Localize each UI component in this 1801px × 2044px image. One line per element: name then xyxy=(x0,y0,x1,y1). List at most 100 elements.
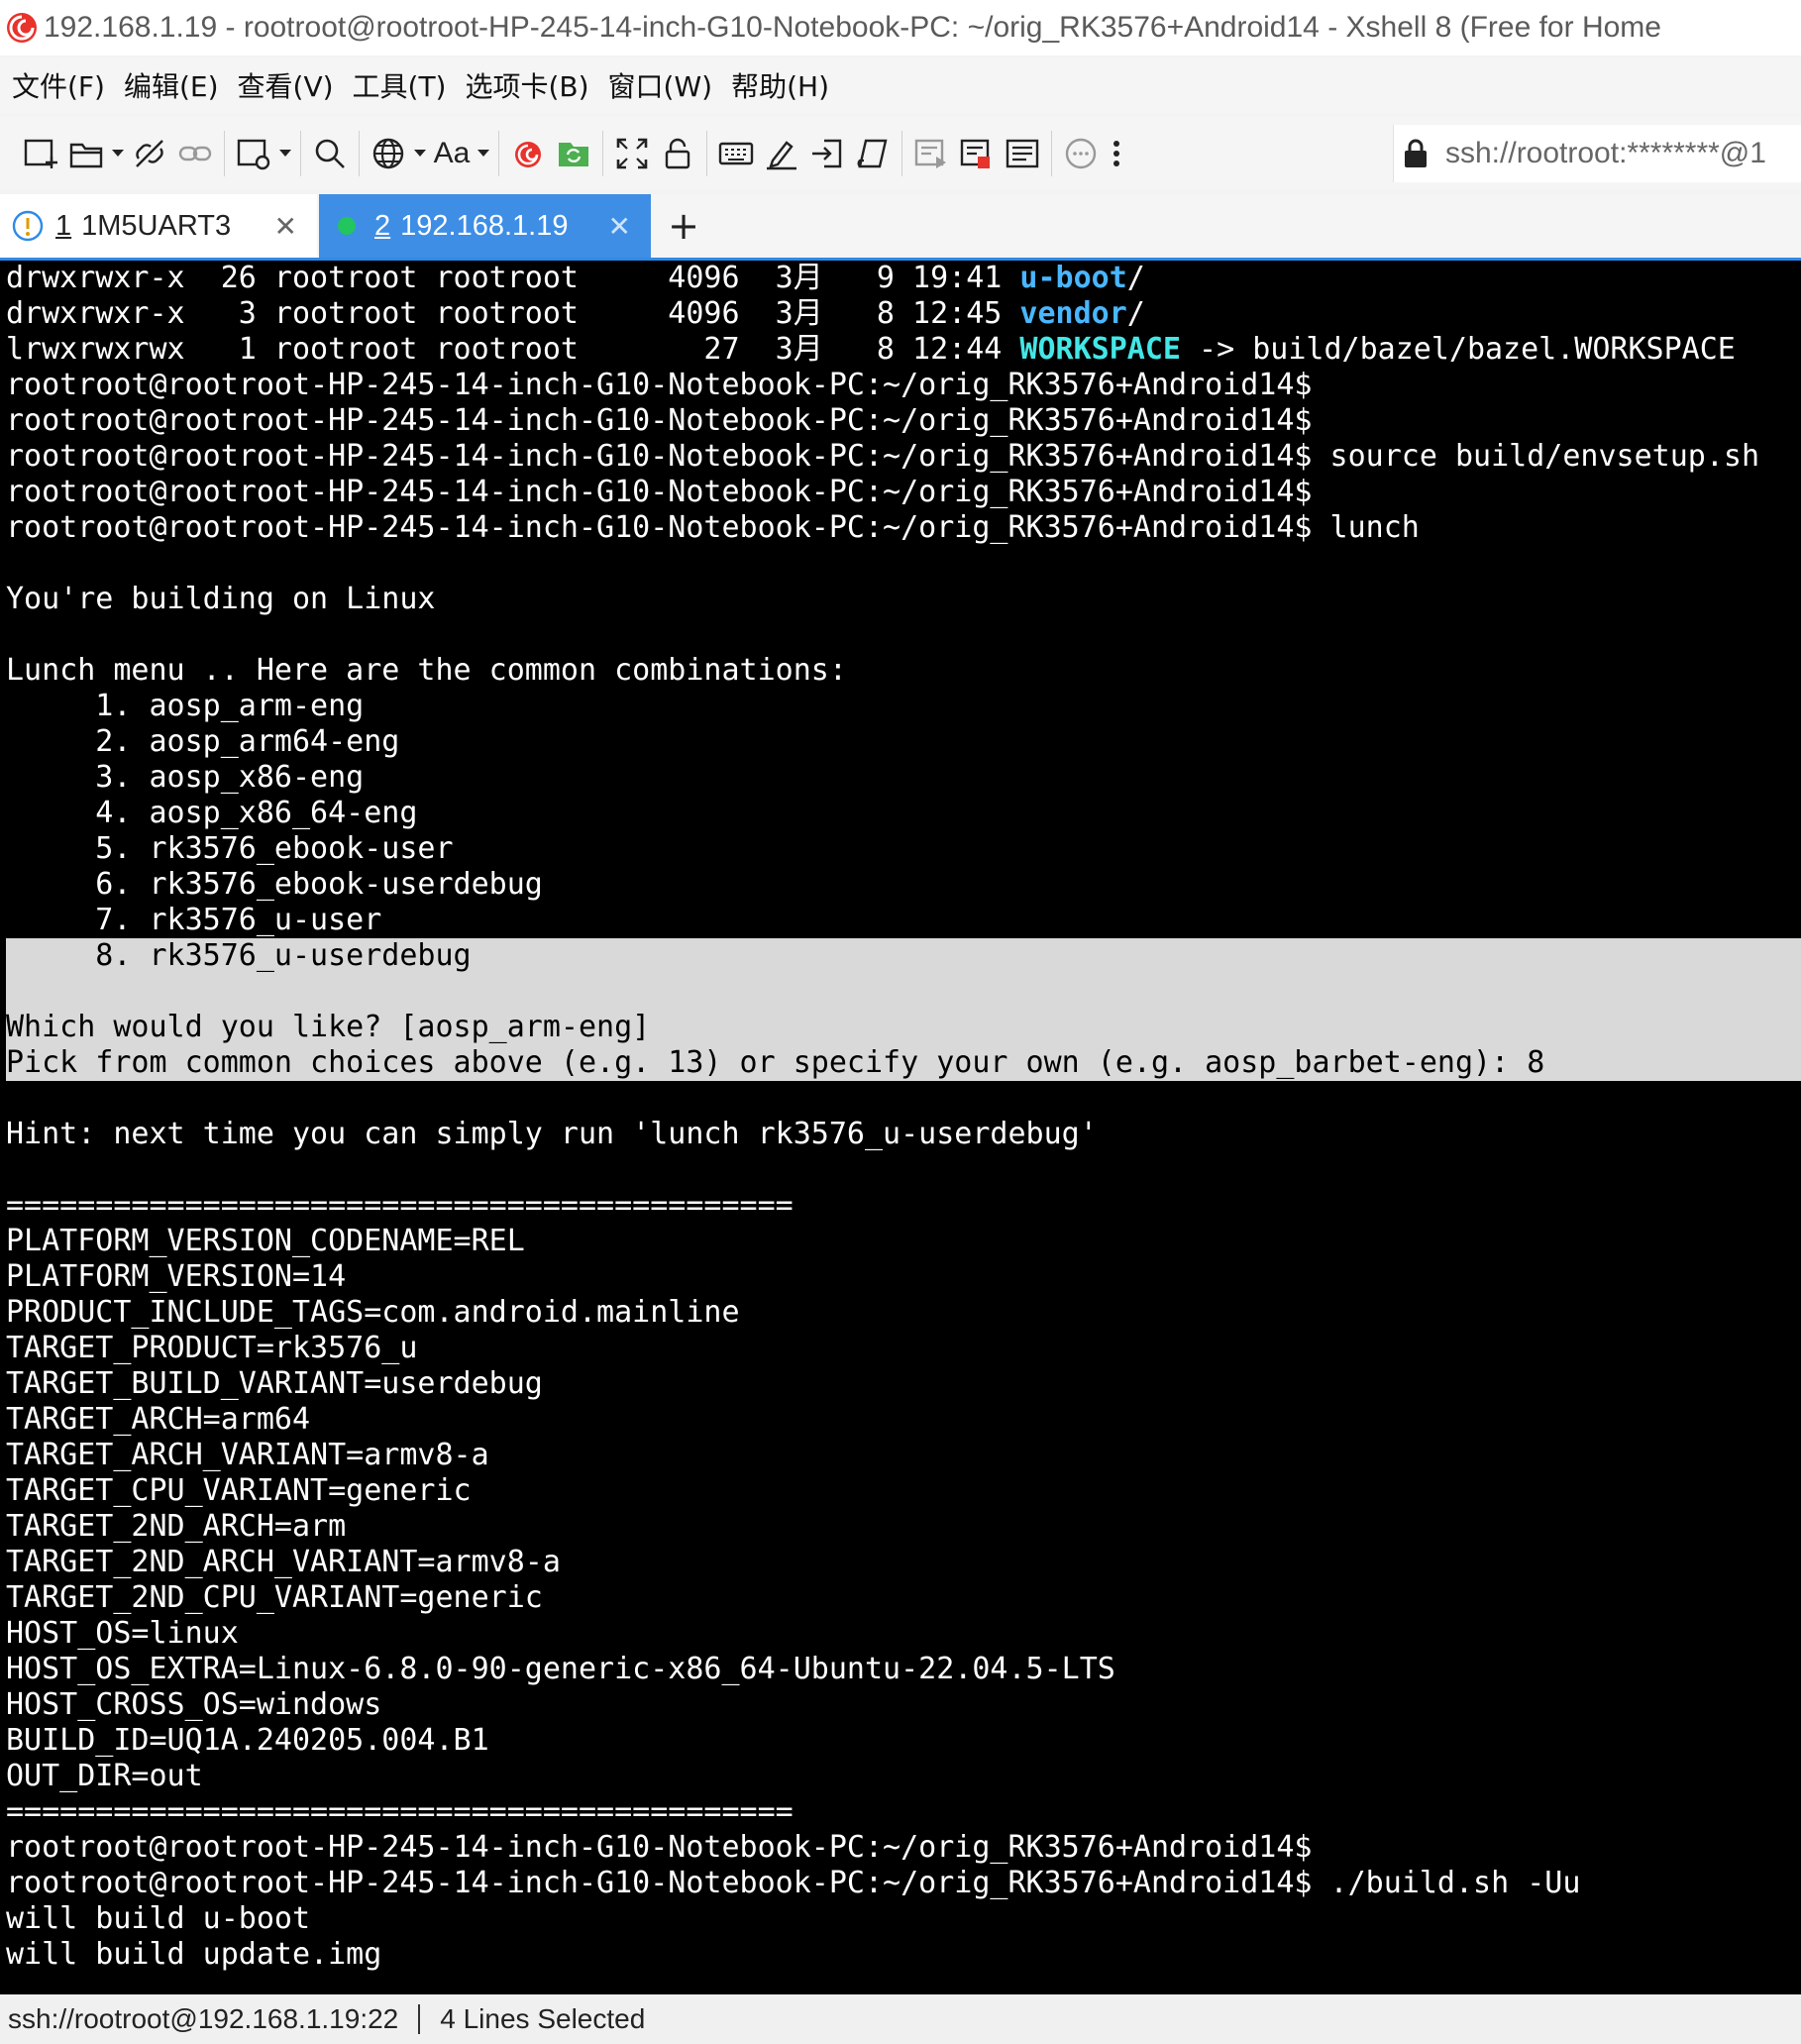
toolbar-separator xyxy=(901,131,902,176)
globe-icon[interactable] xyxy=(366,125,411,182)
terminal-line: PLATFORM_VERSION_CODENAME=REL xyxy=(6,1224,525,1258)
new-tab-icon[interactable] xyxy=(231,125,276,182)
more-icon[interactable] xyxy=(1104,125,1129,182)
menu-file[interactable]: 文件(F) xyxy=(5,65,112,105)
terminal-line: 4. aosp_x86_64-eng xyxy=(6,796,418,830)
terminal-line: Hint: next time you can simply run 'lunc… xyxy=(6,1117,1098,1151)
toolbar: Aa ssh://rootroot:********@1 xyxy=(0,117,1801,190)
highlight-icon[interactable] xyxy=(759,125,804,182)
terminal-line: rootroot@rootroot-HP-245-14-inch-G10-Not… xyxy=(6,475,1313,509)
terminal-line: TARGET_CPU_VARIANT=generic xyxy=(6,1473,472,1508)
tab-session-2[interactable]: 2 192.168.1.19 ✕ xyxy=(319,194,651,258)
compose-icon[interactable] xyxy=(908,125,954,182)
terminal-line: rootroot@rootroot-HP-245-14-inch-G10-Not… xyxy=(6,1866,1581,1900)
close-tab-icon[interactable]: ✕ xyxy=(274,210,297,243)
title-bar: 192.168.1.19 - rootroot@rootroot-HP-245-… xyxy=(0,0,1801,55)
menu-tools[interactable]: 工具(T) xyxy=(346,65,454,105)
menu-help[interactable]: 帮助(H) xyxy=(724,65,836,105)
tab-session-1[interactable]: 1 1M5UART3 ✕ xyxy=(0,194,317,258)
toolbar-separator xyxy=(602,131,603,176)
connected-status-icon xyxy=(319,216,374,236)
toolbar-separator xyxy=(706,131,707,176)
terminal-line: PLATFORM_VERSION=14 xyxy=(6,1259,347,1294)
terminal-line: HOST_OS=linux xyxy=(6,1616,239,1651)
xshell-window: 192.168.1.19 - rootroot@rootroot-HP-245-… xyxy=(0,0,1801,2044)
terminal-line: TARGET_ARCH=arm64 xyxy=(6,1402,311,1437)
status-bar: ssh://rootroot@192.168.1.19:22 4 Lines S… xyxy=(0,1994,1801,2044)
terminal-line: OUT_DIR=out xyxy=(6,1759,203,1793)
log-icon[interactable] xyxy=(954,125,1000,182)
tab-title: 1M5UART3 xyxy=(81,209,232,242)
font-dropdown-chevron-icon[interactable] xyxy=(475,125,492,182)
close-tab-icon[interactable]: ✕ xyxy=(608,210,631,243)
terminal-line: TARGET_2ND_CPU_VARIANT=generic xyxy=(6,1580,543,1615)
menu-bar: 文件(F) 编辑(E) 查看(V) 工具(T) 选项卡(B) 窗口(W) 帮助(… xyxy=(0,57,1801,113)
terminal-line: TARGET_ARCH_VARIANT=armv8-a xyxy=(6,1438,489,1472)
status-divider xyxy=(418,2004,421,2034)
new-tab-dropdown-chevron-icon[interactable] xyxy=(276,125,294,182)
menu-view[interactable]: 查看(V) xyxy=(231,65,341,105)
address-bar[interactable]: ssh://rootroot:********@1 xyxy=(1393,125,1801,182)
terminal-area[interactable]: drwxrwxr-x 26 rootroot rootroot 4096 3月 … xyxy=(0,261,1801,1994)
terminal-line: 1. aosp_arm-eng xyxy=(6,689,365,723)
search-icon[interactable] xyxy=(307,125,353,182)
globe-dropdown-chevron-icon[interactable] xyxy=(411,125,429,182)
menu-edit[interactable]: 编辑(E) xyxy=(117,65,226,105)
disconnect-icon[interactable] xyxy=(127,125,172,182)
terminal-line: rootroot@rootroot-HP-245-14-inch-G10-Not… xyxy=(6,510,1420,545)
menu-tabs[interactable]: 选项卡(B) xyxy=(458,65,595,105)
keyboard-icon[interactable] xyxy=(713,125,759,182)
terminal-line: Pick from common choices above (e.g. 13)… xyxy=(6,1045,1545,1080)
terminal-line: 7. rk3576_u-user xyxy=(6,903,382,937)
terminal-line: rootroot@rootroot-HP-245-14-inch-G10-Not… xyxy=(6,439,1760,474)
terminal-line: TARGET_2ND_ARCH=arm xyxy=(6,1509,347,1544)
terminal-line: will build update.img xyxy=(6,1937,382,1972)
add-tab-icon[interactable]: + xyxy=(664,194,703,258)
open-folder-icon[interactable] xyxy=(63,125,109,182)
terminal-line: ========================================… xyxy=(6,1794,794,1829)
terminal-line: rootroot@rootroot-HP-245-14-inch-G10-Not… xyxy=(6,368,1313,402)
transfer-icon[interactable] xyxy=(1000,125,1045,182)
toolbar-separator xyxy=(498,131,499,176)
fullscreen-icon[interactable] xyxy=(609,125,655,182)
font-icon[interactable]: Aa xyxy=(429,125,475,182)
selection-status: 4 Lines Selected xyxy=(440,2003,646,2034)
terminal-line: drwxrwxr-x 26 rootroot rootroot 4096 3月 … xyxy=(6,261,1145,295)
terminal-line: TARGET_PRODUCT=rk3576_u xyxy=(6,1331,418,1365)
tab-number: 1 xyxy=(55,209,72,242)
address-text: ssh://rootroot:********@1 xyxy=(1445,137,1766,169)
lock-icon[interactable] xyxy=(655,125,700,182)
terminal-line: You're building on Linux xyxy=(6,582,436,616)
terminal-line: BUILD_ID=UQ1A.240205.004.B1 xyxy=(6,1723,489,1758)
window-title: 192.168.1.19 - rootroot@rootroot-HP-245-… xyxy=(44,11,1661,44)
terminal-line: Which would you like? [aosp_arm-eng] xyxy=(6,1010,651,1044)
chat-icon[interactable] xyxy=(1058,125,1104,182)
terminal-output: drwxrwxr-x 26 rootroot rootroot 4096 3月 … xyxy=(6,261,1801,1973)
terminal-line: HOST_OS_EXTRA=Linux-6.8.0-90-generic-x86… xyxy=(6,1652,1115,1686)
terminal-line: rootroot@rootroot-HP-245-14-inch-G10-Not… xyxy=(6,1830,1313,1865)
send-icon[interactable] xyxy=(804,125,850,182)
tab-number: 2 xyxy=(374,209,391,242)
toolbar-separator xyxy=(359,131,360,176)
xshell-icon[interactable] xyxy=(505,125,551,182)
tab-bar: 1 1M5UART3 ✕ 2 192.168.1.19 ✕ + xyxy=(0,194,1801,261)
terminal-line: 6. rk3576_ebook-userdebug xyxy=(6,867,543,902)
toolbar-separator xyxy=(224,131,225,176)
tab-title: 192.168.1.19 xyxy=(400,209,569,242)
terminal-line: Lunch menu .. Here are the common combin… xyxy=(6,653,847,688)
xftp-icon[interactable] xyxy=(551,125,596,182)
new-session-icon[interactable] xyxy=(18,125,63,182)
open-dropdown-chevron-icon[interactable] xyxy=(109,125,127,182)
toolbar-separator xyxy=(300,131,301,176)
toolbar-separator xyxy=(1051,131,1052,176)
terminal-line: 5. rk3576_ebook-user xyxy=(6,831,454,866)
menu-window[interactable]: 窗口(W) xyxy=(601,65,720,105)
script-icon[interactable] xyxy=(850,125,896,182)
terminal-line: 2. aosp_arm64-eng xyxy=(6,724,400,759)
connection-status: ssh://rootroot@192.168.1.19:22 xyxy=(8,2003,399,2034)
reconnect-link-icon[interactable] xyxy=(172,125,218,182)
terminal-line: drwxrwxr-x 3 rootroot rootroot 4096 3月 8… xyxy=(6,296,1145,331)
